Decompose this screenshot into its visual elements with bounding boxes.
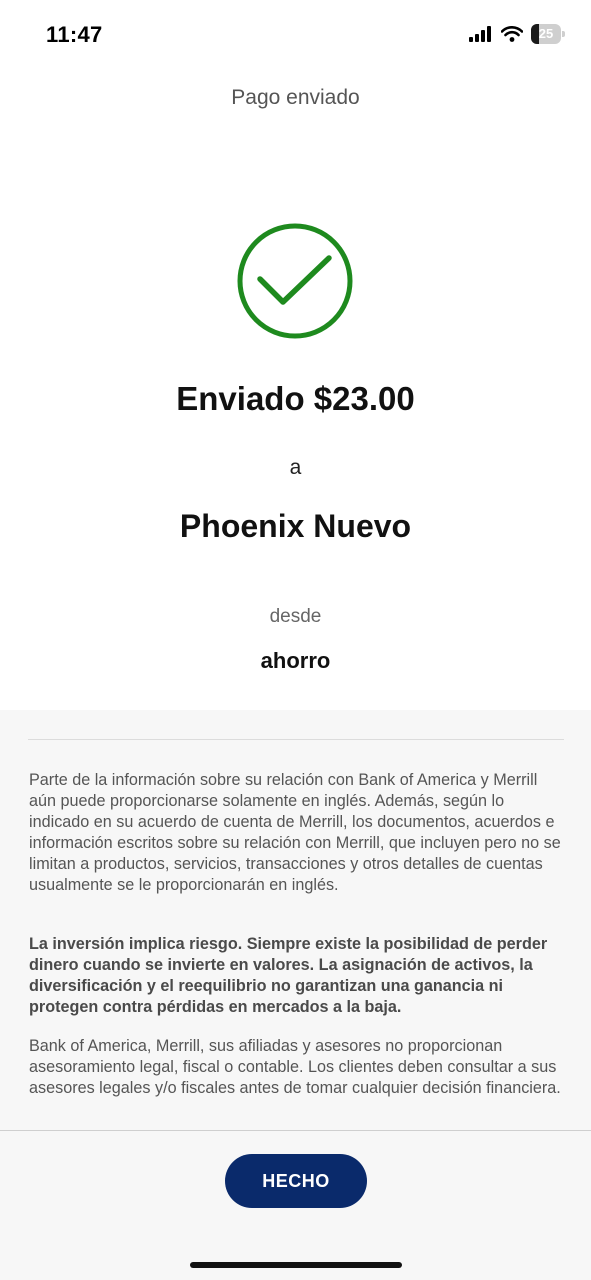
home-indicator[interactable] (190, 1262, 402, 1268)
to-label: a (289, 456, 302, 479)
status-time: 11:47 (46, 22, 103, 47)
check-circle-icon (237, 223, 353, 339)
disclosure-advice: Bank of America, Merrill, sus afiliadas … (29, 1037, 561, 1097)
source-account: ahorro (260, 648, 331, 673)
divider (28, 739, 564, 740)
footer-divider (0, 1130, 591, 1131)
recipient-name: Phoenix Nuevo (179, 508, 412, 544)
disclosure-investment-risk: La inversión implica riesgo. Siempre exi… (29, 935, 548, 1016)
battery-percent: 25 (538, 26, 554, 41)
signal-icon (469, 26, 491, 42)
done-button[interactable]: HECHO (225, 1154, 367, 1208)
battery-icon: 25 (531, 24, 565, 44)
wifi-icon (501, 26, 523, 42)
disclosure-language: Parte de la información sobre su relació… (29, 771, 561, 894)
sent-amount: Enviado $23.00 (176, 380, 415, 417)
battery-body: 25 (531, 24, 561, 44)
page-title: Pago enviado (231, 86, 360, 109)
disclosure-section: Parte de la información sobre su relació… (0, 710, 591, 1280)
battery-cap (562, 31, 565, 37)
status-bar: 11:47 25 (0, 0, 591, 70)
from-label: desde (269, 606, 322, 627)
status-icons: 25 (469, 24, 565, 44)
